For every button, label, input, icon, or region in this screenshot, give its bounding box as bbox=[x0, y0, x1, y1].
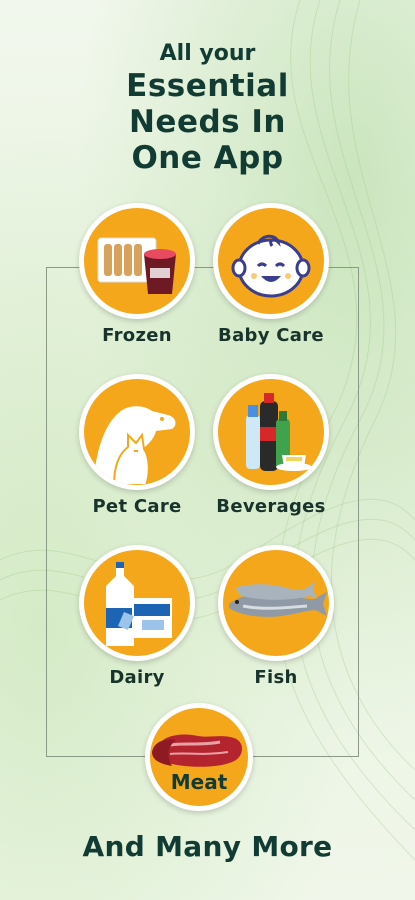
headline-line-4: One App bbox=[131, 140, 284, 176]
headline-line-2: Essential bbox=[126, 68, 289, 104]
category-label: Pet Care bbox=[92, 496, 182, 517]
headline-line-1: All your bbox=[159, 41, 256, 66]
milk-bottle-icon bbox=[79, 545, 195, 661]
category-label: Baby Care bbox=[218, 325, 324, 346]
category-beverages[interactable]: Beverages bbox=[211, 374, 331, 517]
fish-icon bbox=[218, 545, 334, 661]
category-pet-care[interactable]: Pet Care bbox=[77, 374, 197, 517]
category-label: Frozen bbox=[102, 325, 172, 346]
category-label: Dairy bbox=[109, 667, 165, 688]
dog-cat-icon bbox=[79, 374, 195, 490]
frozen-food-icon bbox=[79, 203, 195, 319]
meat-label: Meat bbox=[170, 770, 228, 794]
beverage-bottles-icon bbox=[213, 374, 329, 490]
headline: All your Essential Needs In One App bbox=[0, 40, 415, 176]
category-fish[interactable]: Fish bbox=[216, 545, 336, 688]
category-baby-care[interactable]: Baby Care bbox=[211, 203, 331, 346]
category-meat[interactable]: Meat bbox=[145, 703, 253, 811]
baby-face-icon bbox=[213, 203, 329, 319]
category-frozen[interactable]: Frozen bbox=[77, 203, 197, 346]
footer-tagline: And Many More bbox=[82, 830, 333, 863]
headline-line-3: Needs In bbox=[128, 104, 287, 140]
category-label: Fish bbox=[254, 667, 298, 688]
category-dairy[interactable]: Dairy bbox=[77, 545, 197, 688]
category-label: Beverages bbox=[216, 496, 326, 517]
